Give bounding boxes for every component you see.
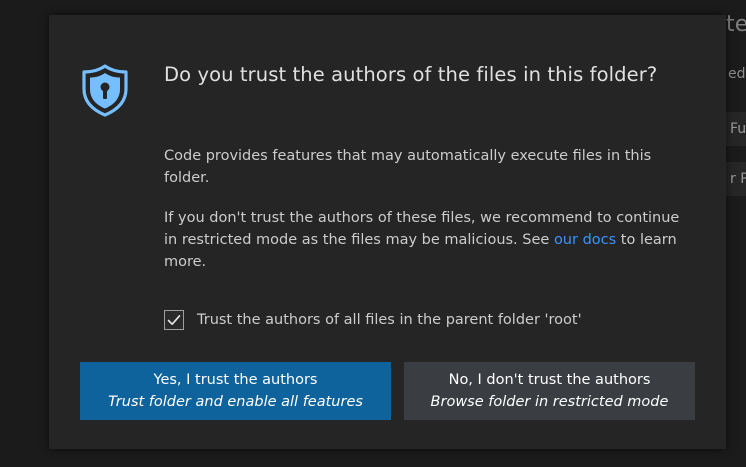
trust-parent-checkbox[interactable] [164,310,184,330]
shield-lock-icon [79,62,131,118]
dialog-description: Code provides features that may automati… [164,148,652,186]
trust-authors-button[interactable]: Yes, I trust the authors Trust folder an… [80,362,391,420]
dont-trust-button[interactable]: No, I don't trust the authors Browse fol… [404,362,695,420]
docs-link[interactable]: our docs [554,232,616,248]
dont-trust-button-label: No, I don't trust the authors [448,372,651,388]
trust-authors-button-label: Yes, I trust the authors [153,372,318,388]
dialog-title: Do you trust the authors of the files in… [164,63,658,86]
background-text-fragment: ed [728,66,746,82]
trust-authors-button-sublabel: Trust folder and enable all features [108,394,363,410]
check-icon [167,315,181,325]
dialog-warning: If you don't trust the authors of these … [164,207,684,273]
dont-trust-button-sublabel: Browse folder in restricted mode [430,394,669,410]
background-button-fragment: r P [726,162,746,196]
workspace-trust-dialog: Do you trust the authors of the files in… [49,15,726,449]
trust-parent-checkbox-row[interactable]: Trust the authors of all files in the pa… [164,308,582,332]
background-text-fragment: te [726,12,746,37]
background-button-fragment: Fu [726,112,746,146]
trust-parent-checkbox-label[interactable]: Trust the authors of all files in the pa… [197,312,582,328]
